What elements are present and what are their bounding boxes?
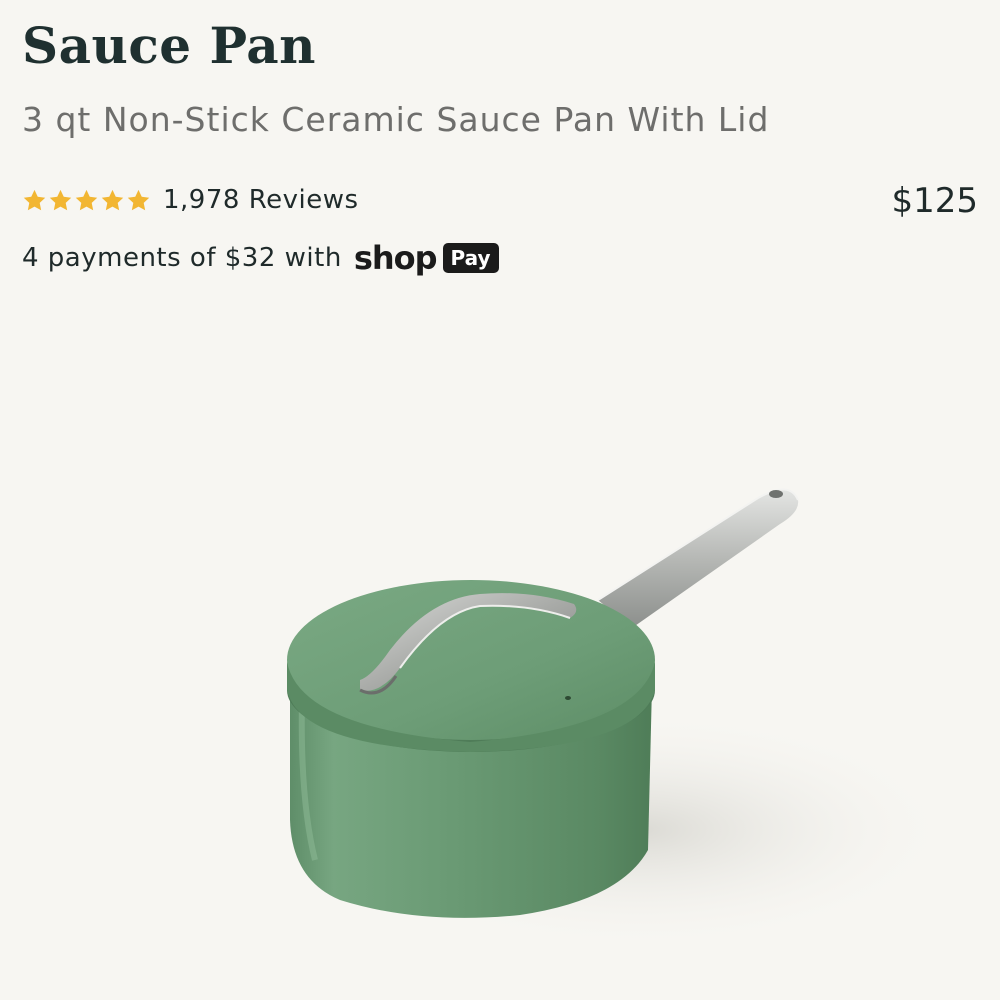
star-icon xyxy=(23,189,46,210)
star-icon xyxy=(101,189,124,210)
star-rating xyxy=(22,188,151,213)
product-title: Sauce Pan xyxy=(22,16,317,75)
rating-summary[interactable]: 1,978 Reviews xyxy=(22,180,359,220)
star-icon xyxy=(49,189,72,210)
product-subtitle: 3 qt Non-Stick Ceramic Sauce Pan With Li… xyxy=(22,100,770,139)
product-price: $125 xyxy=(891,181,978,221)
pay-badge[interactable]: Pay xyxy=(442,243,499,273)
pan-handle xyxy=(597,488,799,628)
shop-pay-logo[interactable]: shop xyxy=(354,239,438,277)
star-icon xyxy=(127,189,150,210)
star-icon xyxy=(75,189,98,210)
product-page: Sauce Pan 3 qt Non-Stick Ceramic Sauce P… xyxy=(0,0,1000,1000)
installments-info: 4 payments of $32 with shop Pay xyxy=(22,236,499,280)
vent-hole xyxy=(565,696,571,700)
product-image[interactable] xyxy=(0,300,1000,1000)
installments-text: 4 payments of $32 with xyxy=(22,243,342,273)
reviews-link[interactable]: 1,978 Reviews xyxy=(163,185,359,215)
